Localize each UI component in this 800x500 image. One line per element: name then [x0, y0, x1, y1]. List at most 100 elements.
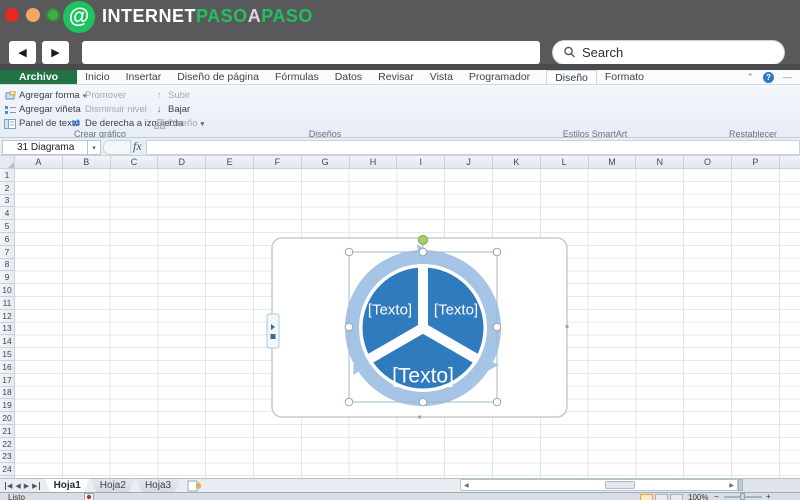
column-headers[interactable]: ABCDEFGHIJKLMNOP: [15, 156, 800, 169]
sheet-tab-hoja2[interactable]: Hoja2: [91, 479, 135, 493]
row-header[interactable]: 11: [0, 297, 14, 310]
row-header[interactable]: 4: [0, 207, 14, 221]
column-header[interactable]: M: [589, 156, 637, 168]
row-header[interactable]: 3: [0, 195, 14, 208]
column-header[interactable]: B: [63, 156, 111, 168]
rotation-handle[interactable]: [418, 235, 428, 245]
tab-programador[interactable]: Programador: [461, 70, 538, 84]
row-headers[interactable]: 1234567891011121314151617181920212223242…: [0, 169, 15, 478]
segment-label-top-left[interactable]: [Texto]: [368, 302, 412, 319]
row-header[interactable]: 8: [0, 259, 14, 272]
row-header[interactable]: 19: [0, 399, 14, 413]
help-icon[interactable]: ?: [763, 71, 774, 83]
segment-label-bottom[interactable]: [Texto]: [392, 365, 454, 388]
row-header[interactable]: 24: [0, 463, 14, 477]
text-pane-toggle[interactable]: [266, 313, 280, 349]
promover-button[interactable]: ← Promover: [70, 89, 126, 102]
tab-split-handle[interactable]: [738, 479, 743, 491]
zoom-level[interactable]: 100%: [688, 493, 708, 500]
column-header[interactable]: P: [732, 156, 780, 168]
row-header[interactable]: 5: [0, 220, 14, 233]
row-header[interactable]: 14: [0, 335, 14, 349]
prev-sheet-button[interactable]: ◀: [15, 482, 20, 490]
column-header[interactable]: E: [206, 156, 254, 168]
column-header[interactable]: K: [493, 156, 541, 168]
tab-datos[interactable]: Datos: [327, 70, 370, 84]
scroll-left-icon[interactable]: ◀: [461, 482, 469, 489]
address-bar[interactable]: [82, 41, 540, 64]
row-header[interactable]: 10: [0, 284, 14, 297]
insert-sheet-button[interactable]: ✱: [187, 480, 201, 492]
last-sheet-button[interactable]: ▶: [32, 481, 40, 490]
diseno-organigrama-button[interactable]: Diseño ▾: [153, 117, 204, 130]
collapse-ribbon-icon[interactable]: ⌃: [746, 72, 754, 83]
minimize-icon[interactable]: —: [783, 72, 792, 82]
sheet-tab-hoja3[interactable]: Hoja3: [136, 479, 180, 493]
row-header[interactable]: 20: [0, 412, 14, 425]
scroll-right-icon[interactable]: ▶: [729, 482, 737, 489]
view-page-break-button[interactable]: [670, 494, 683, 500]
row-header[interactable]: 21: [0, 425, 14, 438]
row-header[interactable]: 15: [0, 348, 14, 361]
tab-diseno-smartart[interactable]: Diseño: [546, 70, 597, 84]
view-page-layout-button[interactable]: [655, 494, 668, 500]
row-header[interactable]: 9: [0, 271, 14, 285]
tab-insertar[interactable]: Insertar: [118, 70, 170, 84]
name-box-dropdown[interactable]: ▾: [88, 140, 101, 155]
column-header[interactable]: O: [684, 156, 732, 168]
frame-handle[interactable]: [418, 415, 421, 419]
tab-formulas[interactable]: Fórmulas: [267, 70, 327, 84]
search-box[interactable]: Search: [552, 40, 785, 65]
frame-handle[interactable]: [565, 325, 569, 328]
window-zoom-icon[interactable]: [46, 8, 60, 22]
tab-inicio[interactable]: Inicio: [77, 70, 118, 84]
column-header[interactable]: G: [302, 156, 350, 168]
row-header[interactable]: 1: [0, 169, 14, 182]
segment-label-top-right[interactable]: [Texto]: [434, 302, 478, 319]
row-header[interactable]: 7: [0, 246, 14, 259]
scroll-thumb[interactable]: [605, 481, 635, 489]
zoom-slider-handle[interactable]: [740, 493, 745, 500]
row-header[interactable]: 17: [0, 374, 14, 387]
back-button[interactable]: ◀: [9, 41, 36, 64]
zoom-in-icon[interactable]: +: [766, 493, 771, 500]
tab-diseno-pagina[interactable]: Diseño de página: [169, 70, 267, 84]
row-header[interactable]: 18: [0, 387, 14, 400]
window-minimize-icon[interactable]: [26, 8, 40, 22]
tab-revisar[interactable]: Revisar: [370, 70, 422, 84]
row-header[interactable]: 16: [0, 361, 14, 374]
column-header[interactable]: F: [254, 156, 302, 168]
row-header[interactable]: 2: [0, 182, 14, 195]
view-normal-button[interactable]: [640, 494, 653, 500]
column-header[interactable]: H: [350, 156, 398, 168]
column-header[interactable]: L: [541, 156, 589, 168]
select-all-corner[interactable]: ◢: [0, 156, 15, 169]
first-sheet-button[interactable]: ◀: [5, 481, 12, 490]
row-header[interactable]: 12: [0, 310, 14, 323]
row-header[interactable]: 23: [0, 451, 14, 464]
column-header[interactable]: A: [15, 156, 63, 168]
macro-record-icon[interactable]: [84, 493, 94, 500]
name-box[interactable]: 31 Diagrama: [2, 140, 88, 155]
horizontal-scrollbar[interactable]: ◀ ▶: [460, 479, 738, 491]
column-header[interactable]: D: [158, 156, 207, 168]
formula-input[interactable]: [146, 140, 800, 155]
column-header[interactable]: J: [445, 156, 493, 168]
row-header[interactable]: 6: [0, 233, 14, 246]
column-header[interactable]: N: [636, 156, 685, 168]
tab-formato[interactable]: Formato: [597, 70, 652, 84]
smartart-object[interactable]: [Texto] [Texto] [Texto]: [265, 230, 575, 426]
sheet-tab-hoja1[interactable]: Hoja1: [45, 479, 90, 493]
forward-button[interactable]: ▶: [42, 41, 69, 64]
disminuir-nivel-button[interactable]: → Disminuir nivel: [70, 103, 147, 116]
subir-button[interactable]: ↑ Subir: [153, 89, 191, 102]
row-header[interactable]: 13: [0, 323, 14, 336]
tab-archivo[interactable]: Archivo: [0, 70, 78, 84]
column-header[interactable]: I: [397, 156, 446, 168]
tab-vista[interactable]: Vista: [422, 70, 461, 84]
column-header[interactable]: C: [111, 156, 159, 168]
zoom-out-icon[interactable]: −: [714, 493, 719, 500]
bajar-button[interactable]: ↓ Bajar: [153, 103, 191, 116]
insert-function-button[interactable]: fx: [133, 139, 142, 154]
row-header[interactable]: 22: [0, 438, 14, 451]
